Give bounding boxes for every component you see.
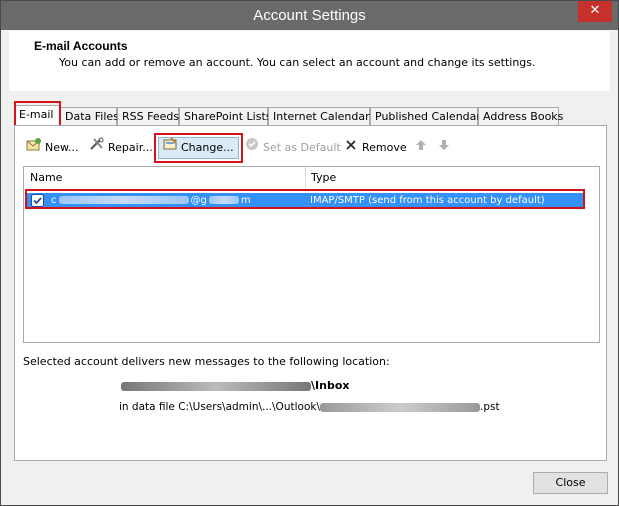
- tab-rss-feeds[interactable]: RSS Feeds: [117, 107, 179, 125]
- remove-button[interactable]: Remove: [343, 137, 407, 159]
- new-button[interactable]: New...: [26, 137, 78, 159]
- checkmark-icon: [244, 137, 260, 159]
- account-settings-window: Account Settings ✕ E-mail Accounts You c…: [0, 0, 619, 506]
- tab-sharepoint-lists[interactable]: SharePoint Lists: [179, 107, 272, 125]
- arrow-down-icon: [436, 137, 452, 159]
- redacted-file-name: [319, 402, 480, 412]
- data-file-prefix: in data file C:\Users\admin\...\Outlook\: [119, 401, 320, 413]
- data-file-suffix: .pst: [479, 401, 500, 413]
- new-button-label: New...: [45, 141, 79, 154]
- delivery-location-label: Selected account delivers new messages t…: [23, 355, 390, 368]
- tab-address-books[interactable]: Address Books: [478, 107, 563, 125]
- tab-data-files[interactable]: Data Files: [60, 107, 119, 125]
- remove-button-label: Remove: [362, 141, 407, 154]
- change-button-highlight: [154, 133, 243, 163]
- set-as-default-label: Set as Default: [263, 141, 341, 154]
- repair-button-label: Repair...: [108, 141, 153, 154]
- header-description: You can add or remove an account. You ca…: [59, 56, 536, 69]
- email-tab-highlight: [14, 101, 61, 128]
- header-title: E-mail Accounts: [34, 39, 128, 53]
- set-as-default-button[interactable]: Set as Default: [244, 137, 341, 159]
- arrow-up-icon: [413, 137, 429, 159]
- move-down-button[interactable]: [436, 137, 455, 159]
- close-button[interactable]: Close: [533, 472, 608, 494]
- repair-button[interactable]: Repair...: [89, 137, 153, 159]
- tab-published-calendars[interactable]: Published Calendars: [370, 107, 487, 125]
- data-file-path: in data file C:\Users\admin\...\Outlook\…: [119, 401, 500, 413]
- window-close-button[interactable]: ✕: [578, 1, 612, 22]
- remove-x-icon: [343, 137, 359, 159]
- header-panel: E-mail Accounts You can add or remove an…: [9, 31, 610, 91]
- redacted-mailbox-name: [121, 381, 311, 391]
- new-account-icon: [26, 137, 42, 159]
- move-up-button[interactable]: [413, 137, 432, 159]
- repair-tools-icon: [89, 137, 105, 159]
- window-title: Account Settings: [253, 7, 366, 24]
- tab-strip: E-mail Data Files RSS Feeds SharePoint L…: [13, 105, 613, 126]
- title-bar: Account Settings ✕: [1, 1, 618, 30]
- inbox-location: \Inbox: [121, 379, 349, 392]
- column-header-name[interactable]: Name: [24, 167, 62, 189]
- inbox-suffix: \Inbox: [311, 379, 350, 392]
- tab-internet-calendars[interactable]: Internet Calendars: [268, 107, 375, 125]
- column-header-type[interactable]: Type: [305, 167, 336, 189]
- account-row-highlight: [25, 189, 585, 209]
